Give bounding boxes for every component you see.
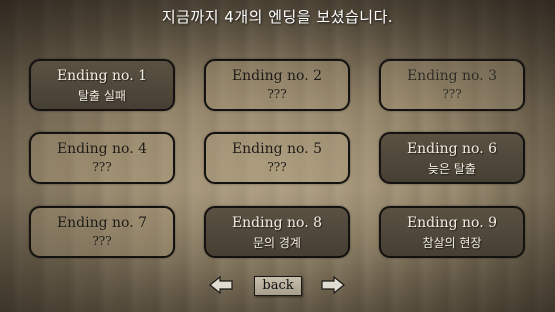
ending-title: Ending no. 6 <box>406 141 498 157</box>
ending-subtitle: 참살의 현장 <box>422 236 482 250</box>
ending-card-9[interactable]: Ending no. 9 참살의 현장 <box>379 206 525 258</box>
ending-subtitle: ??? <box>267 160 287 174</box>
ending-subtitle: 탈출 실패 <box>78 89 126 103</box>
ending-card-1[interactable]: Ending no. 1 탈출 실패 <box>29 59 175 111</box>
ending-title: Ending no. 8 <box>231 215 323 231</box>
ending-subtitle: 늦은 탈출 <box>428 162 476 176</box>
ending-subtitle: ??? <box>92 160 112 174</box>
ending-title: Ending no. 3 <box>406 68 498 84</box>
ending-card-4[interactable]: Ending no. 4 ??? <box>29 132 175 184</box>
back-button[interactable]: back <box>254 276 302 296</box>
arrow-right-icon <box>321 275 345 295</box>
ending-card-5[interactable]: Ending no. 5 ??? <box>204 132 350 184</box>
ending-card-2[interactable]: Ending no. 2 ??? <box>204 59 350 111</box>
ending-card-6[interactable]: Ending no. 6 늦은 탈출 <box>379 132 525 184</box>
ending-subtitle: ??? <box>267 87 287 101</box>
ending-card-3[interactable]: Ending no. 3 ??? <box>379 59 525 111</box>
arrow-left-icon <box>209 275 233 295</box>
ending-title: Ending no. 2 <box>231 68 323 84</box>
ending-title: Ending no. 7 <box>56 215 148 231</box>
endings-count-header: 지금까지 4개의 엔딩을 보셨습니다. <box>161 8 394 26</box>
ending-title: Ending no. 1 <box>56 68 148 84</box>
ending-title: Ending no. 9 <box>406 215 498 231</box>
ending-title: Ending no. 4 <box>56 141 148 157</box>
prev-page-button[interactable] <box>209 275 233 298</box>
ending-card-7[interactable]: Ending no. 7 ??? <box>29 206 175 258</box>
ending-subtitle: ??? <box>92 234 112 248</box>
ending-card-8[interactable]: Ending no. 8 문의 경계 <box>204 206 350 258</box>
ending-title: Ending no. 5 <box>231 141 323 157</box>
next-page-button[interactable] <box>321 275 345 298</box>
ending-subtitle: ??? <box>442 87 462 101</box>
ending-subtitle: 문의 경계 <box>253 236 301 250</box>
